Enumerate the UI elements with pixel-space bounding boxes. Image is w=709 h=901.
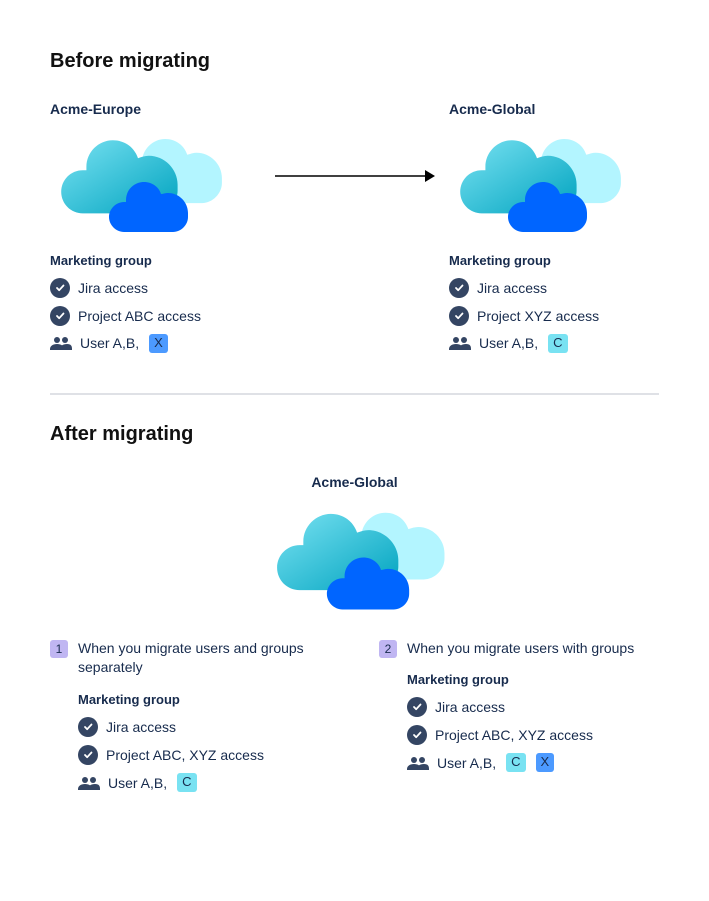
- before-row: Acme-Europe Marketing group Jira access …: [50, 101, 659, 361]
- group-name: Marketing group: [407, 672, 659, 687]
- site-title-global-after: Acme-Global: [50, 474, 659, 490]
- perm-text: Project ABC, XYZ access: [435, 727, 593, 743]
- users-item: User A,B, C X: [407, 753, 659, 772]
- user-tag: X: [149, 334, 168, 353]
- scenario-desc: When you migrate users with groups: [407, 639, 634, 659]
- check-icon: [78, 745, 98, 765]
- perm-text: Project XYZ access: [477, 308, 599, 324]
- users-text: User A,B,: [479, 335, 538, 351]
- users-item: User A,B, X: [50, 334, 260, 353]
- perm-item: Project ABC, XYZ access: [78, 745, 330, 765]
- user-tag: C: [177, 773, 196, 792]
- before-heading: Before migrating: [50, 50, 659, 73]
- perm-text: Jira access: [477, 280, 547, 296]
- user-tag: X: [536, 753, 555, 772]
- perm-item: Project XYZ access: [449, 306, 659, 326]
- perm-item: Jira access: [407, 697, 659, 717]
- perm-item: Jira access: [449, 278, 659, 298]
- check-icon: [449, 278, 469, 298]
- cloud-icon: [445, 123, 659, 243]
- perm-text: Project ABC access: [78, 308, 201, 324]
- after-heading: After migrating: [50, 423, 659, 446]
- check-icon: [50, 306, 70, 326]
- scenario-1: 1 When you migrate users and groups sepa…: [50, 639, 330, 800]
- users-item: User A,B, C: [449, 334, 659, 353]
- check-icon: [407, 697, 427, 717]
- section-divider: [50, 393, 659, 395]
- users-text: User A,B,: [108, 775, 167, 791]
- perm-item: Jira access: [78, 717, 330, 737]
- perm-item: Jira access: [50, 278, 260, 298]
- users-icon: [78, 775, 100, 791]
- before-right-site: Acme-Global Marketing group Jira access …: [449, 101, 659, 361]
- user-tag: C: [548, 334, 567, 353]
- cloud-icon: [46, 123, 260, 243]
- user-tag: C: [506, 753, 525, 772]
- scenarios-row: 1 When you migrate users and groups sepa…: [50, 639, 659, 800]
- group-name: Marketing group: [50, 253, 260, 268]
- cloud-icon: [260, 496, 450, 621]
- check-icon: [50, 278, 70, 298]
- site-title-europe: Acme-Europe: [50, 101, 260, 117]
- before-left-site: Acme-Europe Marketing group Jira access …: [50, 101, 260, 361]
- perm-text: Project ABC, XYZ access: [106, 747, 264, 763]
- users-icon: [449, 335, 471, 351]
- scenario-2: 2 When you migrate users with groups Mar…: [379, 639, 659, 800]
- check-icon: [78, 717, 98, 737]
- users-text: User A,B,: [80, 335, 139, 351]
- users-icon: [407, 755, 429, 771]
- users-icon: [50, 335, 72, 351]
- users-text: User A,B,: [437, 755, 496, 771]
- scenario-desc: When you migrate users and groups separa…: [78, 639, 330, 678]
- perm-item: Project ABC, XYZ access: [407, 725, 659, 745]
- arrow-icon: [260, 169, 449, 183]
- check-icon: [449, 306, 469, 326]
- after-site: Acme-Global: [50, 474, 659, 621]
- check-icon: [407, 725, 427, 745]
- scenario-badge: 1: [50, 640, 68, 658]
- users-item: User A,B, C: [78, 773, 330, 792]
- perm-item: Project ABC access: [50, 306, 260, 326]
- site-title-global: Acme-Global: [449, 101, 659, 117]
- scenario-badge: 2: [379, 640, 397, 658]
- group-name: Marketing group: [78, 692, 330, 707]
- perm-text: Jira access: [78, 280, 148, 296]
- group-name: Marketing group: [449, 253, 659, 268]
- perm-text: Jira access: [435, 699, 505, 715]
- perm-text: Jira access: [106, 719, 176, 735]
